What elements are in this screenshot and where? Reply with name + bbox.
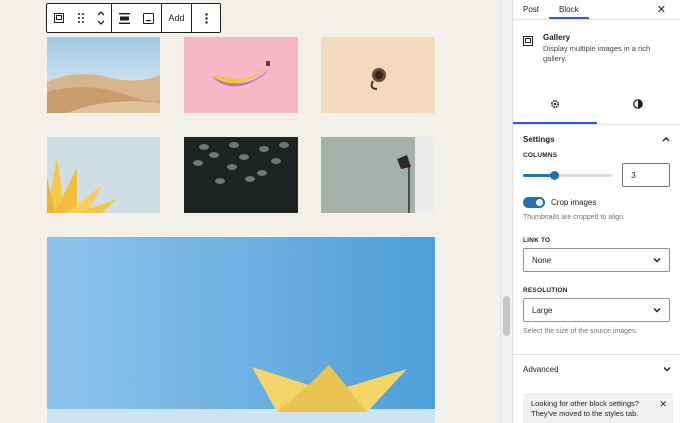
resolution-label: Resolution xyxy=(523,287,568,294)
add-button[interactable]: Add xyxy=(168,4,184,32)
toolbar-group-align xyxy=(112,4,162,32)
chevron-up-icon[interactable] xyxy=(662,135,670,144)
editor-canvas: Add xyxy=(0,0,500,423)
gallery-image-yellow-leaves[interactable] xyxy=(47,137,160,213)
toolbar-group-add: Add xyxy=(162,4,192,32)
block-card: Gallery Display multiple images in a ric… xyxy=(513,20,680,88)
tab-block[interactable]: Block xyxy=(549,0,589,19)
half-circle-icon xyxy=(633,96,644,114)
inspector-tabs xyxy=(513,85,680,125)
link-to-value: None xyxy=(532,255,552,265)
columns-input[interactable]: 3 xyxy=(622,163,670,187)
block-description: Display multiple images in a rich galler… xyxy=(543,44,651,63)
settings-panel-header[interactable]: Settings xyxy=(513,128,680,150)
crop-images-help: Thumbnails are cropped to align. xyxy=(523,214,625,221)
link-to-select[interactable]: None xyxy=(523,248,670,272)
advanced-heading: Advanced xyxy=(523,365,559,374)
columns-control: 3 xyxy=(513,163,680,187)
caption-icon[interactable] xyxy=(139,4,159,32)
gallery-image-desert[interactable] xyxy=(47,37,160,113)
toolbar-group-more xyxy=(192,4,220,32)
block-title: Gallery xyxy=(543,33,571,42)
chevron-down-icon xyxy=(653,256,661,265)
close-icon[interactable]: ✕ xyxy=(659,399,667,409)
gallery-image-dark-leaves[interactable] xyxy=(184,137,298,213)
toolbar-group-block xyxy=(47,4,112,32)
settings-heading: Settings xyxy=(523,134,555,144)
more-vertical-icon[interactable] xyxy=(204,4,208,32)
columns-slider[interactable] xyxy=(523,170,613,180)
chevron-down-icon[interactable] xyxy=(663,365,671,374)
move-up-down-icon[interactable] xyxy=(93,4,109,32)
gallery-image-banana[interactable] xyxy=(184,37,298,113)
chevron-down-icon xyxy=(653,306,661,315)
resolution-select[interactable]: Large xyxy=(523,298,670,322)
tab-post[interactable]: Post xyxy=(513,0,549,19)
sidebar-tabs: Post Block ✕ xyxy=(513,0,680,20)
tab-settings[interactable] xyxy=(513,85,597,124)
gallery-icon xyxy=(523,34,534,46)
resolution-help: Select the size of the source images. xyxy=(523,328,638,335)
notice-text: Looking for other block settings? They'v… xyxy=(531,399,639,418)
canvas-scrollbar[interactable] xyxy=(500,0,512,423)
close-icon[interactable]: ✕ xyxy=(657,3,666,16)
advanced-panel-header[interactable]: Advanced xyxy=(513,354,680,384)
gallery-image-paper-boat[interactable] xyxy=(47,237,435,423)
tab-styles[interactable] xyxy=(597,85,680,124)
block-toolbar: Add xyxy=(46,3,221,33)
gear-icon xyxy=(550,96,560,114)
resolution-value: Large xyxy=(532,305,553,315)
crop-images-row: Crop images xyxy=(513,197,680,208)
settings-panel: Settings Columns 3 Crop images Thumbnail… xyxy=(513,128,680,335)
crop-images-toggle[interactable] xyxy=(523,197,545,208)
styles-tab-notice: Looking for other block settings? They'v… xyxy=(523,393,673,423)
link-to-label: Link to xyxy=(523,237,551,244)
settings-sidebar: Post Block ✕ Gallery Display multiple im… xyxy=(512,0,680,423)
gallery-image-coffee[interactable] xyxy=(321,37,435,113)
columns-label: Columns xyxy=(523,152,558,159)
crop-images-label: Crop images xyxy=(551,198,597,207)
align-icon[interactable] xyxy=(114,4,134,32)
columns-slider-handle[interactable] xyxy=(550,170,559,180)
drag-handle-icon[interactable] xyxy=(74,4,88,32)
gallery-image-lamp[interactable] xyxy=(321,137,435,213)
scrollbar-thumb[interactable] xyxy=(503,296,510,336)
gallery-icon[interactable] xyxy=(49,4,69,32)
